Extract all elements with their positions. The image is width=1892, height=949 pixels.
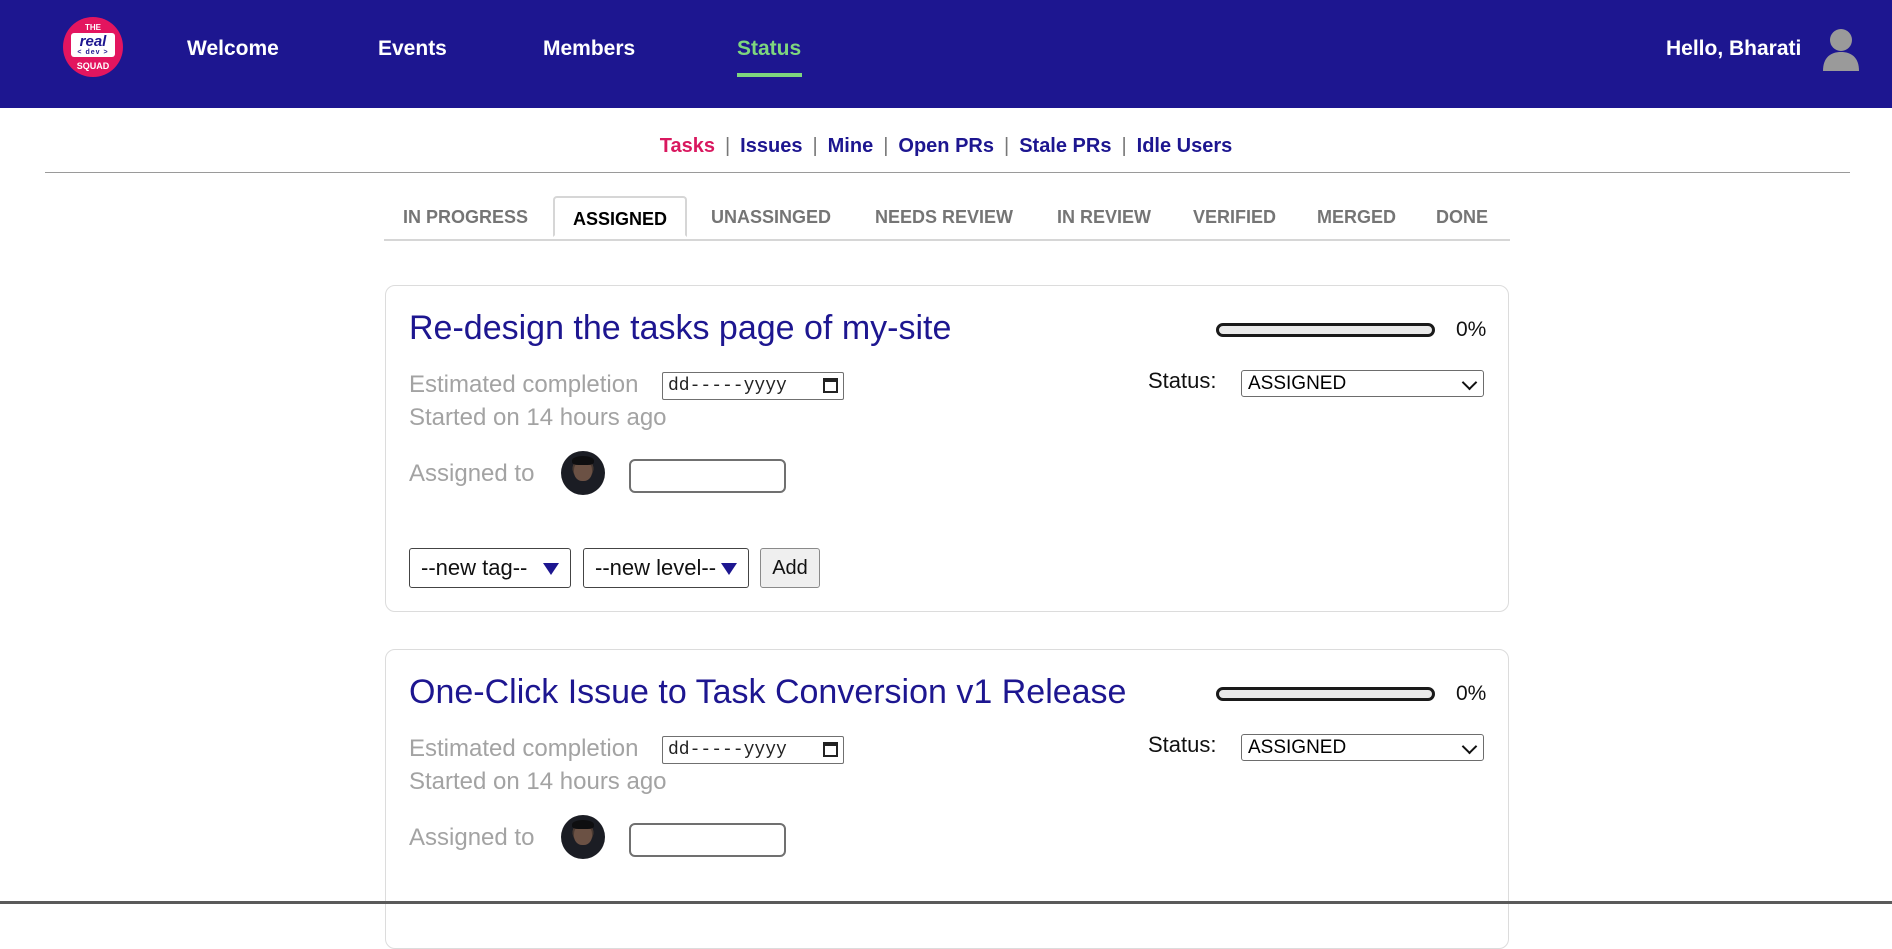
nav-status-link[interactable]: Status <box>737 37 801 61</box>
estimated-completion-label: Estimated completion <box>409 371 639 398</box>
started-on-text: Started on 14 hours ago <box>409 404 667 431</box>
task-progress-bar <box>1216 323 1435 337</box>
tab-in-progress[interactable]: IN PROGRESS <box>403 206 528 228</box>
subnav-separator: | <box>1121 135 1127 157</box>
task-card: One-Click Issue to Task Conversion v1 Re… <box>385 649 1509 949</box>
assignee-avatar <box>561 815 605 859</box>
avatar-hair <box>572 456 594 465</box>
task-progress-bar <box>1216 687 1435 701</box>
caret-down-icon <box>543 563 559 575</box>
assignee-avatar <box>561 451 605 495</box>
top-navbar: THE real < dev > SQUAD Welcome Events Me… <box>0 0 1892 108</box>
tab-merged[interactable]: MERGED <box>1317 206 1396 228</box>
started-on-text: Started on 14 hours ago <box>409 768 667 795</box>
task-progress-percent: 0% <box>1456 318 1487 341</box>
subnav-divider <box>45 172 1850 173</box>
new-tag-select[interactable]: --new tag-- <box>409 548 571 588</box>
estimated-completion-date-input[interactable]: dd-----yyyy <box>662 736 844 764</box>
chevron-down-icon <box>1461 374 1478 391</box>
avatar-hair <box>572 820 594 829</box>
subnav-idle-users-link[interactable]: Idle Users <box>1137 135 1233 157</box>
assignee-input[interactable] <box>629 823 786 857</box>
tab-unassigned[interactable]: UNASSINGED <box>711 206 831 228</box>
nav-welcome-link[interactable]: Welcome <box>187 37 279 61</box>
task-title[interactable]: One-Click Issue to Task Conversion v1 Re… <box>409 672 1126 712</box>
subnav-separator: | <box>1003 135 1010 157</box>
task-status-tabs: IN PROGRESS ASSIGNED UNASSINGED NEEDS RE… <box>384 196 1510 241</box>
subnav-separator: | <box>883 135 889 157</box>
assigned-to-label: Assigned to <box>409 824 535 851</box>
subnav-mine-link[interactable]: Mine <box>828 135 874 157</box>
nav-events-link[interactable]: Events <box>378 37 447 61</box>
status-subnav: Tasks | Issues | Mine | Open PRs | Stale PRs | Idl… <box>0 134 1892 158</box>
new-level-select[interactable]: --new level-- <box>583 548 749 588</box>
status-select-value: ASSIGNED <box>1248 737 1347 758</box>
add-tag-button[interactable]: Add <box>760 548 820 588</box>
subnav-separator: | <box>812 135 818 157</box>
estimated-completion-label: Estimated completion <box>409 735 639 762</box>
tab-needs-review[interactable]: NEEDS REVIEW <box>875 206 1013 228</box>
subnav-issues-link[interactable]: Issues <box>740 135 802 157</box>
logo-text-1: THE <box>85 23 101 32</box>
status-label: Status: <box>1148 368 1217 393</box>
status-select-value: ASSIGNED <box>1248 373 1347 394</box>
date-placeholder: dd-----yyyy <box>668 376 787 396</box>
logo-text-4: SQUAD <box>76 61 110 71</box>
calendar-icon[interactable] <box>823 378 838 393</box>
subnav-open-prs-link[interactable]: Open PRs <box>898 135 994 157</box>
caret-down-icon <box>721 563 737 575</box>
assignee-input[interactable] <box>629 459 786 493</box>
logo-text-3: < dev > <box>77 49 109 56</box>
subnav-separator: | <box>724 135 731 157</box>
tab-assigned[interactable]: ASSIGNED <box>553 196 688 237</box>
subnav-stale-prs-link[interactable]: Stale PRs <box>1019 135 1111 157</box>
assigned-to-label: Assigned to <box>409 460 535 487</box>
real-dev-squad-logo[interactable]: THE real < dev > SQUAD <box>63 17 123 77</box>
user-avatar-icon[interactable] <box>1822 27 1860 71</box>
status-label: Status: <box>1148 732 1217 757</box>
estimated-completion-date-input[interactable]: dd-----yyyy <box>662 372 844 400</box>
new-level-select-value: --new level-- <box>595 555 717 580</box>
status-select[interactable]: ASSIGNED <box>1241 734 1484 761</box>
chevron-down-icon <box>1461 738 1478 755</box>
nav-members-link[interactable]: Members <box>543 37 635 61</box>
tab-verified[interactable]: VERIFIED <box>1193 206 1276 228</box>
new-tag-select-value: --new tag-- <box>421 555 528 580</box>
user-greeting: Hello, Bharati <box>1666 37 1802 60</box>
logo-text-2: real <box>79 33 107 50</box>
tab-done[interactable]: DONE <box>1436 206 1488 228</box>
tab-in-review[interactable]: IN REVIEW <box>1057 206 1151 228</box>
task-title[interactable]: Re-design the tasks page of my-site <box>409 308 951 348</box>
task-card: Re-design the tasks page of my-site Esti… <box>385 285 1509 612</box>
status-select[interactable]: ASSIGNED <box>1241 370 1484 397</box>
subnav-tasks-link[interactable]: Tasks <box>660 135 715 157</box>
date-placeholder: dd-----yyyy <box>668 740 787 760</box>
nav-active-underline <box>737 73 802 77</box>
calendar-icon[interactable] <box>823 742 838 757</box>
task-progress-percent: 0% <box>1456 682 1487 705</box>
